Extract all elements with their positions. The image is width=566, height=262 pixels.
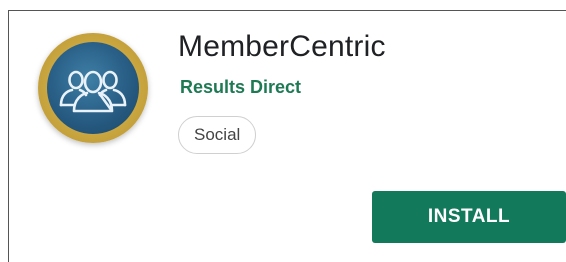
group-of-people-icon xyxy=(59,70,127,113)
developer-link[interactable]: Results Direct xyxy=(180,77,301,98)
install-button[interactable]: INSTALL xyxy=(372,191,566,243)
app-title: MemberCentric xyxy=(178,30,386,63)
app-icon xyxy=(38,33,148,143)
category-label: Social xyxy=(194,125,241,144)
category-chip[interactable]: Social xyxy=(178,116,257,154)
